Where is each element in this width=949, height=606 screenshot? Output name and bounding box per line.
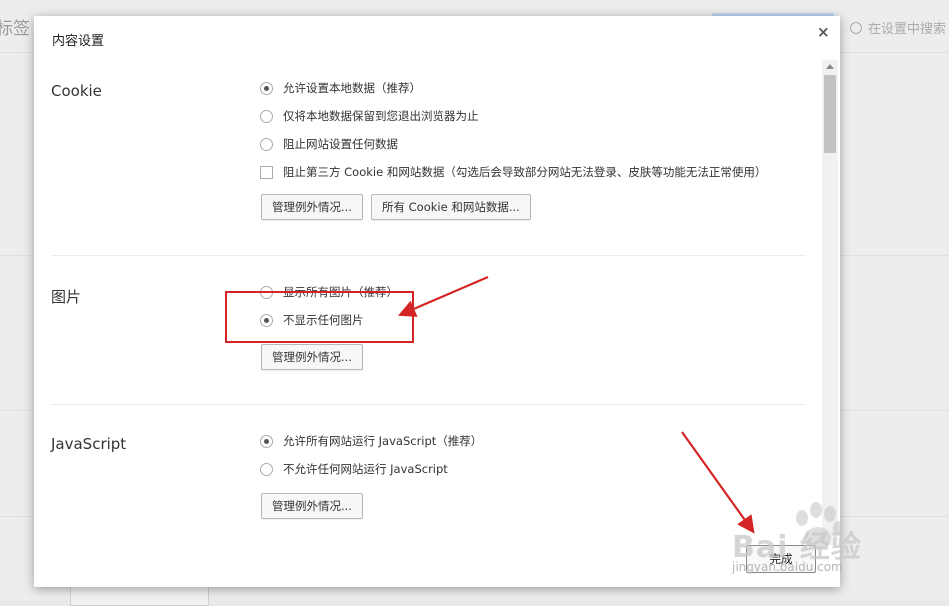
option-label: 阻止网站设置任何数据 [283, 137, 398, 151]
radio-button[interactable] [260, 462, 273, 476]
javascript-option-block[interactable]: 不允许任何网站运行 JavaScript [260, 461, 448, 477]
close-icon[interactable]: × [817, 23, 830, 41]
search-placeholder: 在设置中搜索 [868, 22, 947, 37]
content-settings-dialog: 内容设置 × Cookie 允许设置本地数据（推荐） 仅将本地数据保留到您退出浏… [34, 16, 840, 587]
images-section: 图片 显示所有图片（推荐） 不显示任何图片 管理例外情况... [34, 256, 806, 404]
cookie-option-block[interactable]: 阻止网站设置任何数据 [260, 136, 398, 152]
cookie-option-block-third-party[interactable]: 阻止第三方 Cookie 和网站数据（勾选后会导致部分网站无法登录、皮肤等功能无… [260, 164, 766, 180]
section-title-images: 图片 [51, 288, 82, 306]
scroll-up-arrow-icon[interactable] [826, 64, 834, 69]
dialog-content: Cookie 允许设置本地数据（推荐） 仅将本地数据保留到您退出浏览器为止 阻止… [34, 60, 822, 545]
all-cookies-data-button[interactable]: 所有 Cookie 和网站数据... [371, 194, 531, 220]
option-label: 阻止第三方 Cookie 和网站数据（勾选后会导致部分网站无法登录、皮肤等功能无… [283, 165, 767, 179]
images-manage-exceptions-button[interactable]: 管理例外情况... [261, 344, 363, 370]
radio-button[interactable] [260, 81, 273, 95]
search-icon [850, 22, 862, 34]
done-button[interactable]: 完成 [746, 545, 816, 573]
section-title-javascript: JavaScript [51, 435, 127, 453]
option-label: 不允许任何网站运行 JavaScript [283, 462, 448, 476]
radio-button[interactable] [260, 109, 273, 123]
javascript-option-allow[interactable]: 允许所有网站运行 JavaScript（推荐） [260, 433, 482, 449]
vertical-scrollbar[interactable] [822, 60, 838, 545]
radio-button[interactable] [260, 137, 273, 151]
background-footer-button [70, 584, 209, 606]
dialog-title: 内容设置 [52, 34, 105, 49]
option-label: 仅将本地数据保留到您退出浏览器为止 [283, 109, 479, 123]
javascript-section: JavaScript 允许所有网站运行 JavaScript（推荐） 不允许任何… [34, 405, 806, 545]
scrollbar-thumb[interactable] [824, 75, 836, 153]
cookie-manage-exceptions-button[interactable]: 管理例外情况... [261, 194, 363, 220]
checkbox[interactable] [260, 165, 273, 179]
annotation-highlight-box [225, 291, 414, 343]
javascript-manage-exceptions-button[interactable]: 管理例外情况... [261, 493, 363, 519]
cookie-option-session-only[interactable]: 仅将本地数据保留到您退出浏览器为止 [260, 108, 479, 124]
radio-button[interactable] [260, 434, 273, 448]
cookie-section: Cookie 允许设置本地数据（推荐） 仅将本地数据保留到您退出浏览器为止 阻止… [34, 60, 806, 255]
option-label: 允许所有网站运行 JavaScript（推荐） [283, 434, 483, 448]
background-tab-label: 标签 [0, 19, 30, 39]
section-title-cookie: Cookie [51, 82, 102, 100]
option-label: 允许设置本地数据（推荐） [283, 81, 421, 95]
background-search: 在设置中搜索 [850, 18, 946, 37]
cookie-option-allow[interactable]: 允许设置本地数据（推荐） [260, 80, 421, 96]
